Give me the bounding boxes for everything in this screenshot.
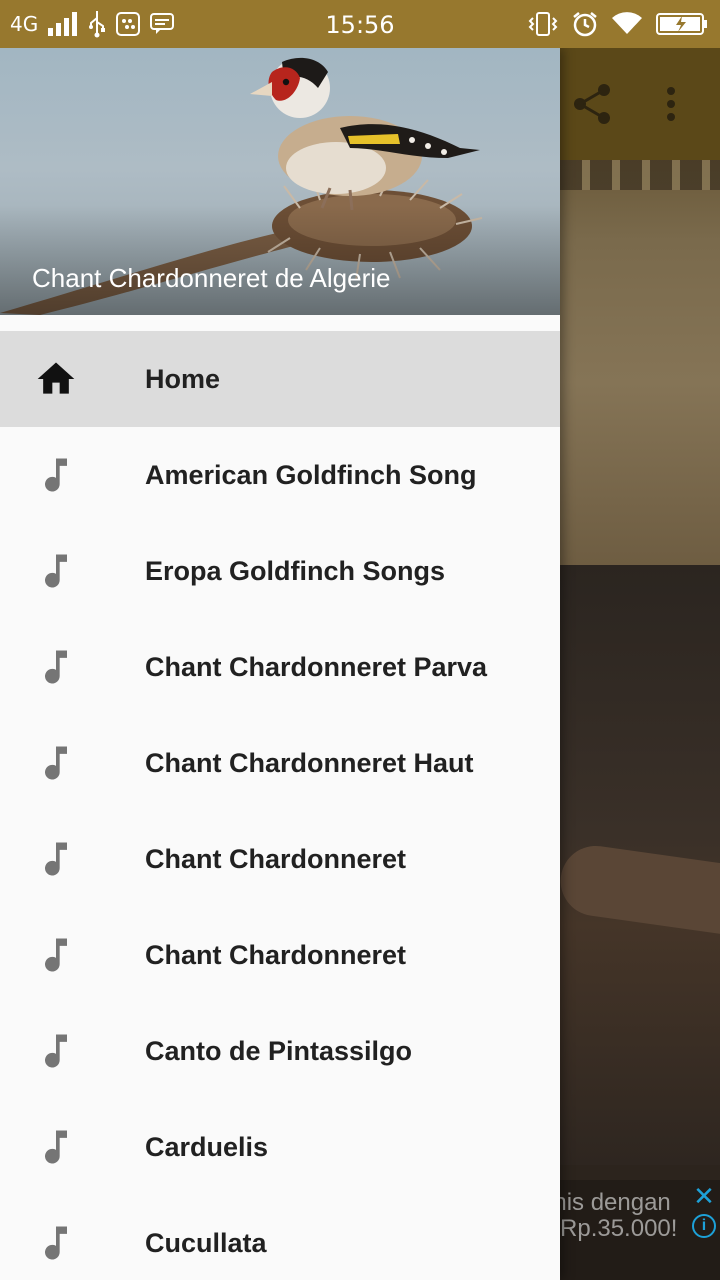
- menu-item-label: Chant Chardonneret Haut: [145, 748, 474, 778]
- ad-line-2: a Rp.35.000!: [540, 1215, 678, 1242]
- ad-line-1: unis dengan: [540, 1190, 671, 1216]
- music-note-icon: [34, 837, 78, 881]
- vibrate-icon: [528, 12, 558, 36]
- menu-item-carduelis[interactable]: Carduelis: [0, 1099, 560, 1195]
- drawer-header-title: Chant Chardonneret de Algerie: [32, 263, 391, 293]
- menu-item-label: Home: [145, 364, 221, 394]
- ad-close-icon[interactable]: ✕: [692, 1183, 716, 1209]
- menu-item-label: Carduelis: [145, 1132, 269, 1162]
- home-icon: [34, 357, 78, 401]
- music-note-icon: [34, 933, 78, 977]
- music-note-icon: [34, 1125, 78, 1169]
- music-note-icon: [34, 453, 78, 497]
- menu-item-chant-chardonneret-haut[interactable]: Chant Chardonneret Haut: [0, 715, 560, 811]
- menu-item-eropa-goldfinch-songs[interactable]: Eropa Goldfinch Songs: [0, 523, 560, 619]
- menu-item-home[interactable]: Home: [0, 331, 560, 427]
- battery-charging-icon: [656, 12, 708, 36]
- menu-item-chant-chardonneret-2[interactable]: Chant Chardonneret: [0, 907, 560, 1003]
- menu-item-label: Chant Chardonneret Parva: [145, 652, 488, 682]
- wifi-icon: [612, 12, 642, 36]
- ad-text[interactable]: unis dengan a Rp.35.000!: [540, 1190, 700, 1242]
- menu-item-label: American Goldfinch Song: [145, 460, 477, 490]
- music-note-icon: [34, 1221, 78, 1265]
- music-note-icon: [34, 549, 78, 593]
- menu-item-chant-chardonneret-1[interactable]: Chant Chardonneret: [0, 811, 560, 907]
- music-note-icon: [34, 741, 78, 785]
- menu-item-chant-chardonneret-parva[interactable]: Chant Chardonneret Parva: [0, 619, 560, 715]
- alarm-icon: [572, 11, 598, 37]
- menu-item-label: Chant Chardonneret: [145, 844, 407, 874]
- more-vert-icon[interactable]: [665, 86, 677, 127]
- menu-item-canto-de-pintassilgo[interactable]: Canto de Pintassilgo: [0, 1003, 560, 1099]
- menu-item-american-goldfinch-song[interactable]: American Goldfinch Song: [0, 427, 560, 523]
- header-scrim: [0, 205, 560, 315]
- music-note-icon: [34, 645, 78, 689]
- share-icon[interactable]: [572, 82, 612, 131]
- menu-item-label: Canto de Pintassilgo: [145, 1036, 413, 1066]
- menu-item-label: Eropa Goldfinch Songs: [145, 556, 446, 586]
- image-branch-detail: [556, 841, 720, 939]
- status-bar: 4G 15:56: [0, 0, 720, 48]
- menu-item-label: Chant Chardonneret: [145, 940, 407, 970]
- status-right-icons: [528, 0, 708, 48]
- music-note-icon: [34, 1029, 78, 1073]
- image-rim-detail: [560, 160, 720, 190]
- drawer-menu: Home American Goldfinch Song Eropa Goldf…: [0, 331, 560, 1280]
- navigation-drawer: Chant Chardonneret de Algerie Home Ameri…: [0, 48, 560, 1280]
- menu-item-label: Cucullata: [145, 1228, 267, 1258]
- drawer-header: Chant Chardonneret de Algerie: [0, 48, 560, 315]
- menu-item-cucullata[interactable]: Cucullata: [0, 1195, 560, 1280]
- ad-info-icon[interactable]: i: [692, 1214, 716, 1238]
